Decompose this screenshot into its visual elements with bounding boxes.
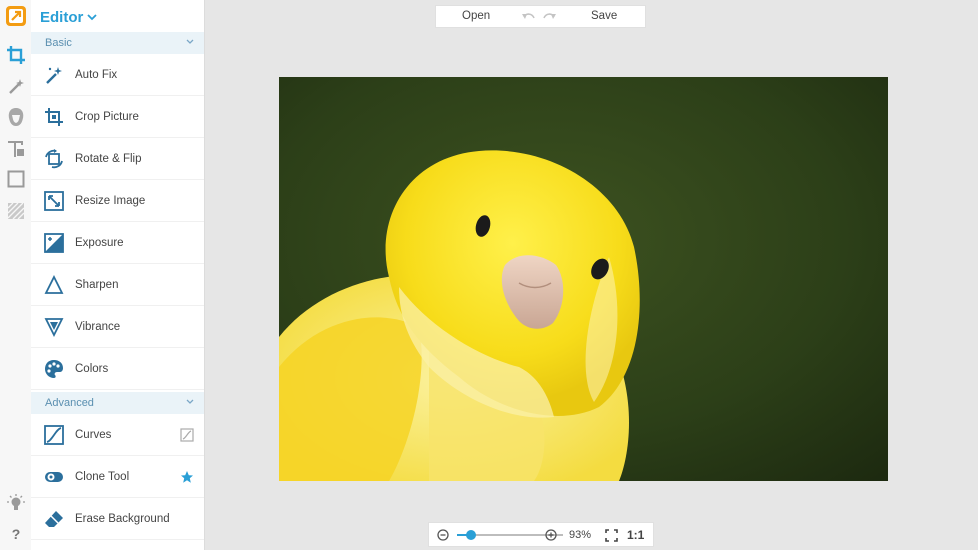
tool-item-crop-picture[interactable]: Crop Picture — [31, 96, 204, 138]
magic-wand-icon[interactable] — [5, 76, 27, 98]
tool-item-label: Auto Fix — [75, 68, 118, 81]
tool-item-label: Vibrance — [75, 320, 121, 333]
zoom-slider-handle[interactable] — [465, 530, 476, 540]
zoom-percent: 93% — [569, 529, 592, 541]
tool-item-auto-fix[interactable]: Auto Fix — [31, 54, 204, 96]
palette-icon — [45, 360, 63, 378]
tool-item-exposure[interactable]: Exposure — [31, 222, 204, 264]
undo-icon[interactable] — [522, 11, 536, 23]
rotate-icon — [45, 149, 63, 169]
tool-item-label: Exposure — [75, 236, 124, 249]
magic-wand-icon — [46, 67, 62, 84]
panel-title: Editor — [40, 8, 84, 26]
zoom-out-icon[interactable] — [437, 529, 449, 541]
save-button[interactable]: Save — [591, 10, 617, 22]
clone-icon — [45, 472, 63, 482]
tool-item-sharpen[interactable]: Sharpen — [31, 264, 204, 306]
exposure-icon — [44, 233, 64, 253]
resize-icon — [44, 191, 64, 211]
help-icon[interactable]: ? — [5, 523, 27, 545]
eraser-icon — [45, 511, 63, 527]
tool-item-resize-image[interactable]: Resize Image — [31, 180, 204, 222]
triangle-icon — [44, 275, 64, 294]
chevron-down-icon — [186, 399, 194, 404]
photo-canvas[interactable] — [279, 77, 888, 481]
section-advanced-label: Advanced — [45, 397, 94, 409]
star-icon — [181, 471, 193, 483]
top-toolbar: Open Save — [435, 5, 646, 28]
zoom-bar: 93% 1:1 — [428, 522, 654, 547]
open-button[interactable]: Open — [462, 10, 490, 22]
fullscreen-icon[interactable] — [605, 529, 618, 542]
vibrance-icon — [44, 318, 64, 337]
panel-title-dropdown[interactable]: Editor — [40, 7, 97, 27]
text-icon[interactable] — [5, 138, 27, 160]
texture-icon[interactable] — [5, 200, 27, 222]
tool-item-vibrance[interactable]: Vibrance — [31, 306, 204, 348]
actual-size-button[interactable]: 1:1 — [627, 528, 644, 542]
curves-mini-icon — [180, 428, 194, 442]
redo-icon[interactable] — [542, 11, 556, 23]
tool-item-rotate-flip[interactable]: Rotate & Flip — [31, 138, 204, 180]
app-logo[interactable] — [6, 6, 26, 26]
lightbulb-icon[interactable] — [5, 492, 27, 514]
portrait-icon[interactable] — [5, 106, 27, 128]
section-advanced[interactable]: Advanced — [31, 392, 204, 414]
curves-icon — [44, 425, 64, 445]
tool-item-label: Resize Image — [75, 194, 146, 207]
canary-photo — [279, 77, 888, 481]
tool-item-label: Rotate & Flip — [75, 152, 142, 165]
chevron-down-icon — [87, 14, 97, 21]
section-basic[interactable]: Basic — [31, 32, 204, 54]
tool-rail: ? — [0, 0, 32, 550]
tool-item-label: Sharpen — [75, 278, 119, 291]
zoom-in-icon[interactable] — [545, 529, 557, 541]
section-basic-label: Basic — [45, 37, 72, 49]
tool-item-label: Curves — [75, 428, 112, 441]
tool-item-label: Erase Background — [75, 512, 170, 525]
frame-icon[interactable] — [5, 168, 27, 190]
tool-item-erase-background[interactable]: Erase Background — [31, 498, 204, 540]
crop-icon — [45, 108, 63, 126]
editor-panel: Editor Basic Auto Fix Crop Picture Rotat… — [31, 0, 205, 550]
tool-item-colors[interactable]: Colors — [31, 348, 204, 390]
tool-item-label: Clone Tool — [75, 470, 130, 483]
chevron-down-icon — [186, 39, 194, 44]
tool-item-label: Crop Picture — [75, 110, 139, 123]
tool-item-curves[interactable]: Curves — [31, 414, 204, 456]
tool-item-clone-tool[interactable]: Clone Tool — [31, 456, 204, 498]
tool-item-label: Colors — [75, 362, 109, 375]
crop-icon[interactable] — [5, 44, 27, 66]
